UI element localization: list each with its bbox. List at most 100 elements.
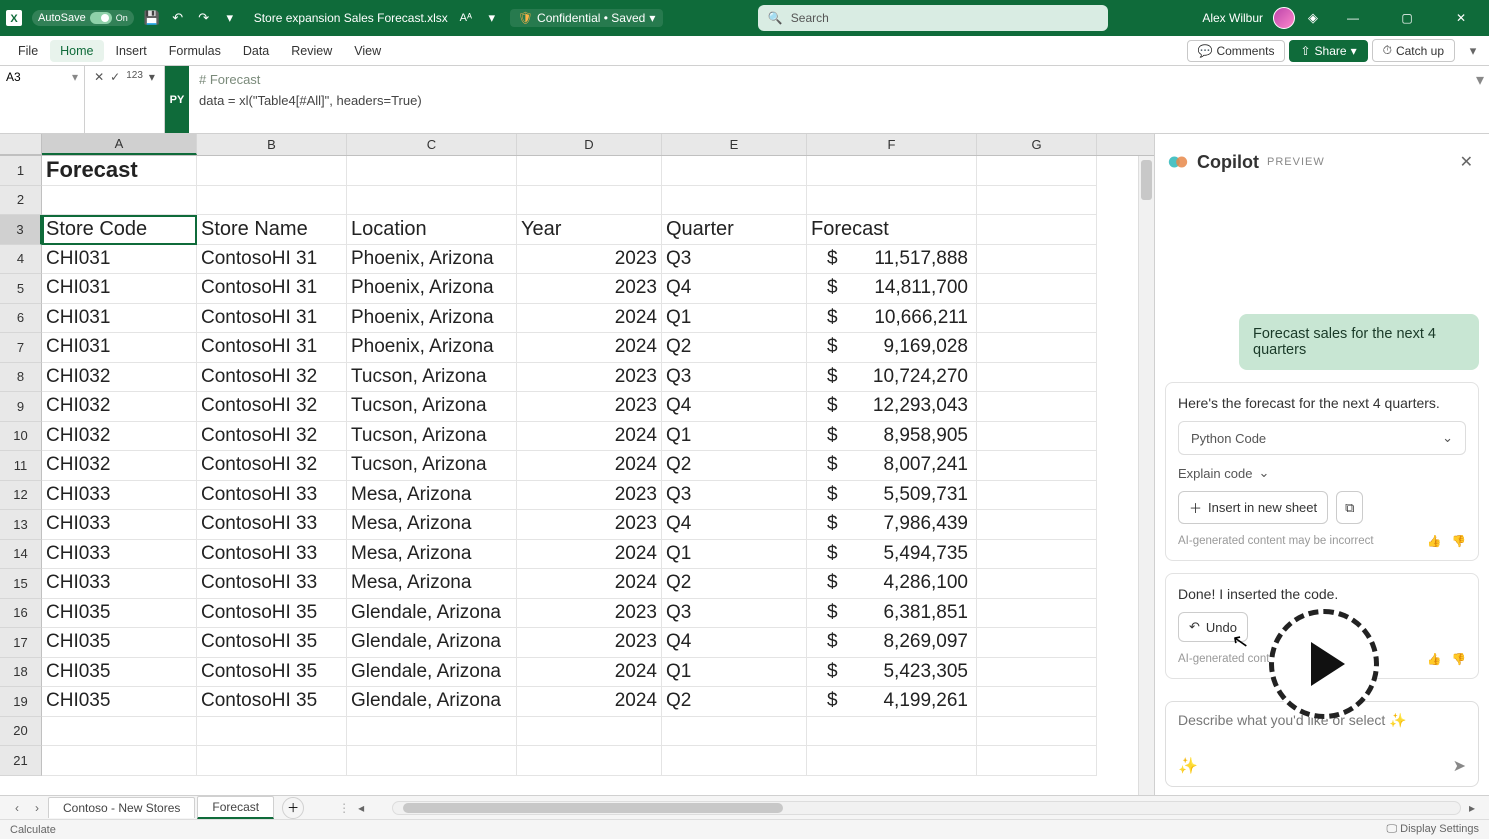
cell[interactable]	[977, 392, 1097, 422]
year-cell[interactable]: 2023	[517, 245, 662, 275]
ribbon-tab-home[interactable]: Home	[50, 40, 103, 62]
cell[interactable]	[977, 569, 1097, 599]
status-right[interactable]: 🖵 Display Settings	[1386, 823, 1479, 836]
location-cell[interactable]: Mesa, Arizona	[347, 540, 517, 570]
cell[interactable]	[517, 156, 662, 186]
row-header[interactable]: 6	[0, 304, 42, 334]
cell[interactable]	[977, 451, 1097, 481]
quarter-cell[interactable]: Q2	[662, 569, 807, 599]
store-name-cell[interactable]: ContosoHI 33	[197, 540, 347, 570]
store-name-cell[interactable]: ContosoHI 31	[197, 304, 347, 334]
toggle-switch[interactable]	[90, 12, 112, 24]
year-cell[interactable]: 2024	[517, 687, 662, 717]
quarter-cell[interactable]: Q2	[662, 687, 807, 717]
store-code-cell[interactable]: CHI035	[42, 687, 197, 717]
thumbs-up-icon[interactable]: 👍	[1427, 534, 1441, 548]
cancel-icon[interactable]: ✕	[94, 70, 104, 84]
cell[interactable]	[197, 156, 347, 186]
forecast-cell[interactable]: $11,517,888	[807, 245, 977, 275]
forecast-cell[interactable]: $10,724,270	[807, 363, 977, 393]
ribbon-tab-file[interactable]: File	[8, 40, 48, 62]
location-cell[interactable]: Phoenix, Arizona	[347, 274, 517, 304]
location-cell[interactable]: Tucson, Arizona	[347, 451, 517, 481]
store-name-cell[interactable]: ContosoHI 33	[197, 510, 347, 540]
sheet-tab-forecast[interactable]: Forecast	[197, 796, 274, 819]
year-cell[interactable]: 2024	[517, 333, 662, 363]
table-header-cell[interactable]: Quarter	[662, 215, 807, 245]
store-name-cell[interactable]: ContosoHI 35	[197, 628, 347, 658]
sparkle-icon[interactable]: ✨	[1178, 756, 1198, 776]
row-header[interactable]: 1	[0, 156, 42, 186]
quarter-cell[interactable]: Q1	[662, 422, 807, 452]
forecast-cell[interactable]: $9,169,028	[807, 333, 977, 363]
thumbs-down-icon[interactable]: 👎	[1452, 534, 1466, 548]
table-header-cell[interactable]: Year	[517, 215, 662, 245]
forecast-cell[interactable]: $8,269,097	[807, 628, 977, 658]
store-name-cell[interactable]: ContosoHI 31	[197, 274, 347, 304]
location-cell[interactable]: Tucson, Arizona	[347, 363, 517, 393]
store-code-cell[interactable]: CHI033	[42, 540, 197, 570]
share-button[interactable]: ⇧Share▾	[1289, 40, 1367, 62]
sheet-nav-prev-icon[interactable]: ‹	[8, 799, 26, 817]
cell[interactable]	[662, 156, 807, 186]
hscroll-right-icon[interactable]: ▸	[1463, 799, 1481, 817]
close-icon[interactable]: ✕	[1456, 148, 1477, 176]
cell[interactable]	[347, 156, 517, 186]
year-cell[interactable]: 2023	[517, 599, 662, 629]
row-header[interactable]: 17	[0, 628, 42, 658]
quarter-cell[interactable]: Q3	[662, 363, 807, 393]
cell[interactable]	[42, 717, 197, 747]
store-name-cell[interactable]: ContosoHI 31	[197, 333, 347, 363]
avatar[interactable]	[1273, 7, 1295, 29]
year-cell[interactable]: 2023	[517, 363, 662, 393]
store-code-cell[interactable]: CHI031	[42, 304, 197, 334]
quarter-cell[interactable]: Q4	[662, 510, 807, 540]
quarter-cell[interactable]: Q1	[662, 540, 807, 570]
cell[interactable]	[977, 274, 1097, 304]
row-header[interactable]: 20	[0, 717, 42, 747]
year-cell[interactable]: 2024	[517, 658, 662, 688]
forecast-cell[interactable]: $10,666,211	[807, 304, 977, 334]
year-cell[interactable]: 2024	[517, 451, 662, 481]
store-code-cell[interactable]: CHI033	[42, 510, 197, 540]
quarter-cell[interactable]: Q3	[662, 599, 807, 629]
cell[interactable]	[517, 186, 662, 216]
ribbon-tab-review[interactable]: Review	[281, 40, 342, 62]
formula-code[interactable]: # Forecast data = xl("Table4[#All]", hea…	[189, 66, 1471, 133]
row-header[interactable]: 8	[0, 363, 42, 393]
row-header[interactable]: 16	[0, 599, 42, 629]
row-header[interactable]: 7	[0, 333, 42, 363]
forecast-cell[interactable]: $4,286,100	[807, 569, 977, 599]
location-cell[interactable]: Glendale, Arizona	[347, 687, 517, 717]
diamond-icon[interactable]: ◈	[1305, 10, 1321, 26]
year-cell[interactable]: 2024	[517, 540, 662, 570]
year-cell[interactable]: 2024	[517, 422, 662, 452]
quarter-cell[interactable]: Q3	[662, 245, 807, 275]
store-name-cell[interactable]: ContosoHI 35	[197, 687, 347, 717]
store-name-cell[interactable]: ContosoHI 32	[197, 451, 347, 481]
insert-sheet-button[interactable]: ＋ Insert in new sheet	[1178, 491, 1328, 524]
store-code-cell[interactable]: CHI035	[42, 599, 197, 629]
forecast-cell[interactable]: $8,007,241	[807, 451, 977, 481]
column-header-A[interactable]: A	[42, 134, 197, 155]
table-header-cell[interactable]: Store Code	[42, 215, 197, 245]
cell[interactable]	[977, 746, 1097, 776]
store-code-cell[interactable]: CHI032	[42, 422, 197, 452]
sheet-nav-next-icon[interactable]: ›	[28, 799, 46, 817]
year-cell[interactable]: 2024	[517, 304, 662, 334]
cell[interactable]	[197, 717, 347, 747]
row-header[interactable]: 4	[0, 245, 42, 275]
table-header-cell[interactable]: Store Name	[197, 215, 347, 245]
add-sheet-button[interactable]: ＋	[282, 797, 304, 819]
vertical-scrollbar[interactable]	[1138, 156, 1154, 795]
cell[interactable]	[977, 363, 1097, 393]
cell[interactable]	[977, 540, 1097, 570]
column-header-C[interactable]: C	[347, 134, 517, 155]
cell[interactable]	[807, 746, 977, 776]
cell[interactable]	[807, 156, 977, 186]
cell[interactable]	[977, 687, 1097, 717]
tab-scroll-handle[interactable]: ⋮	[338, 801, 350, 815]
cell[interactable]	[197, 186, 347, 216]
ribbon-tab-view[interactable]: View	[344, 40, 391, 62]
formula-expand-icon[interactable]: ▾	[1471, 66, 1489, 133]
